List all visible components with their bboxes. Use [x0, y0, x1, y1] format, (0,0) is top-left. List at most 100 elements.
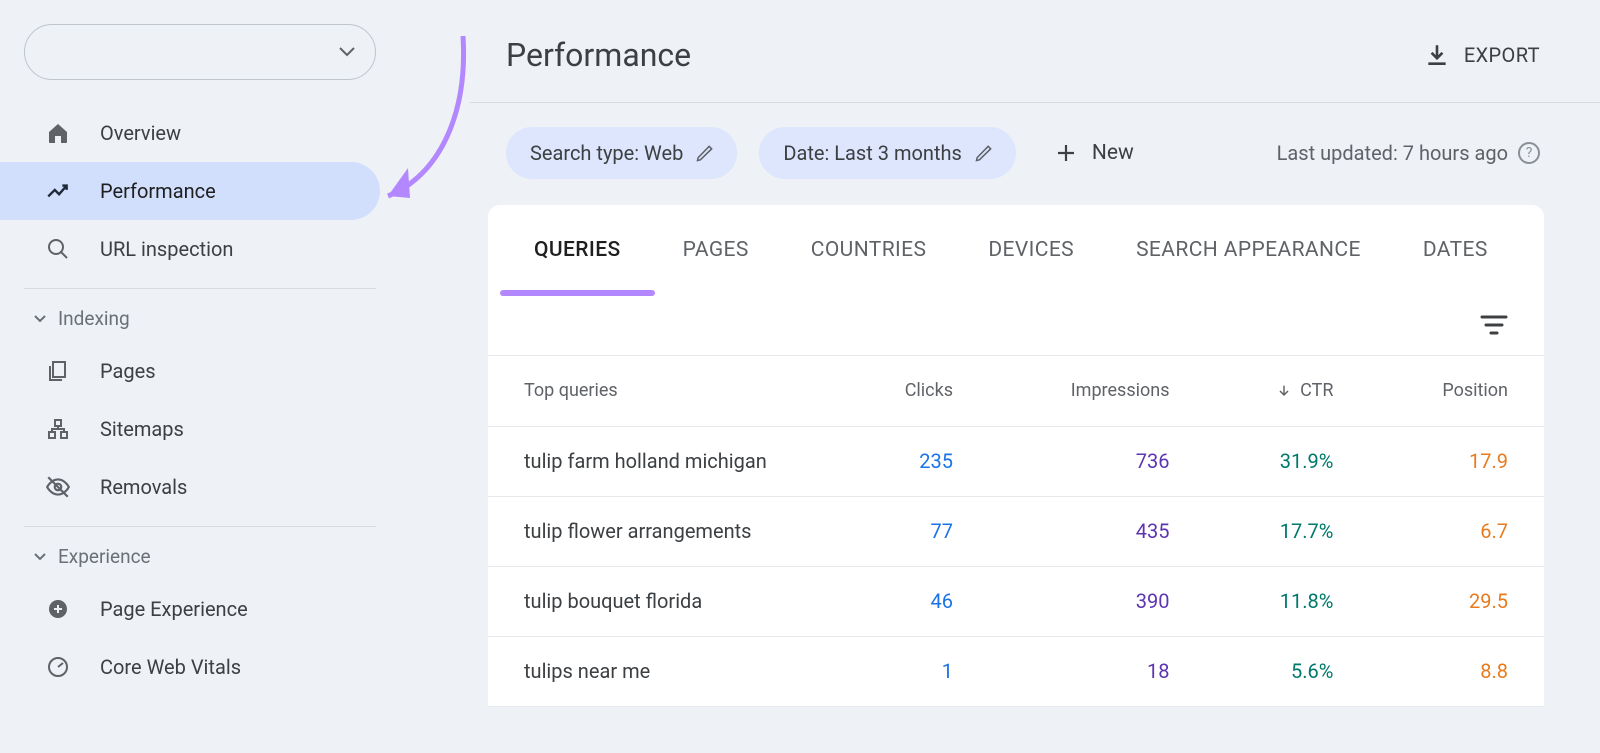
table-row[interactable]: tulips near me 1 18 5.6% 8.8: [488, 636, 1544, 706]
cell-impressions: 390: [989, 566, 1205, 636]
tab-queries[interactable]: QUERIES: [534, 205, 621, 295]
results-table: Top queries Clicks Impressions CTR Posit…: [488, 356, 1544, 707]
table-row[interactable]: tulip flower arrangements 77 435 17.7% 6…: [488, 496, 1544, 566]
property-selector[interactable]: [24, 24, 376, 80]
pencil-icon: [974, 143, 994, 163]
col-label: CTR: [1300, 380, 1333, 401]
caret-down-icon: [34, 553, 46, 561]
tab-search-appearance[interactable]: SEARCH APPEARANCE: [1136, 205, 1361, 295]
page-title: Performance: [506, 36, 691, 74]
export-label: EXPORT: [1464, 43, 1540, 67]
col-clicks[interactable]: Clicks: [836, 356, 989, 426]
cell-ctr: 5.6%: [1205, 636, 1369, 706]
caret-down-icon: [34, 315, 46, 323]
nav-item-label: URL inspection: [100, 237, 233, 261]
trending-up-icon: [44, 178, 72, 204]
cell-ctr: 11.8%: [1205, 566, 1369, 636]
pencil-icon: [695, 143, 715, 163]
col-query[interactable]: Top queries: [488, 356, 836, 426]
search-icon: [44, 237, 72, 261]
sort-down-icon: [1276, 383, 1292, 399]
section-header-experience[interactable]: Experience: [0, 541, 400, 580]
page-header: Performance EXPORT: [470, 28, 1600, 103]
tab-label: COUNTRIES: [811, 238, 927, 262]
add-filter-button[interactable]: New: [1054, 141, 1134, 165]
nav-item-url-inspection[interactable]: URL inspection: [0, 220, 380, 278]
nav-item-performance[interactable]: Performance: [0, 162, 380, 220]
main: Performance EXPORT Search type: Web Date…: [470, 0, 1600, 753]
table-row[interactable]: tulip farm holland michigan 235 736 31.9…: [488, 426, 1544, 496]
nav-item-page-experience[interactable]: Page Experience: [0, 580, 380, 638]
tab-dates[interactable]: DATES: [1423, 205, 1488, 295]
primary-nav: Overview Performance URL inspection Inde…: [0, 104, 400, 696]
tab-label: QUERIES: [534, 238, 621, 262]
cell-position: 8.8: [1369, 636, 1544, 706]
col-label: Position: [1442, 380, 1508, 401]
table-header-row: Top queries Clicks Impressions CTR Posit…: [488, 356, 1544, 426]
section-title: Indexing: [58, 307, 130, 330]
speed-icon: [44, 655, 72, 679]
cell-clicks: 1: [836, 636, 989, 706]
add-filter-label: New: [1092, 141, 1134, 165]
cell-clicks: 235: [836, 426, 989, 496]
tab-label: DATES: [1423, 238, 1488, 262]
nav-item-overview[interactable]: Overview: [0, 104, 380, 162]
tab-pages[interactable]: PAGES: [683, 205, 749, 295]
visibility-off-icon: [44, 474, 72, 500]
tab-label: DEVICES: [988, 238, 1074, 262]
plus-icon: [1054, 141, 1078, 165]
badge-plus-icon: [44, 597, 72, 621]
col-label: Top queries: [524, 380, 618, 401]
col-label: Clicks: [905, 380, 953, 401]
col-label: Impressions: [1071, 380, 1170, 401]
pages-icon: [44, 359, 72, 383]
nav-item-core-web-vitals[interactable]: Core Web Vitals: [0, 638, 380, 696]
last-updated: Last updated: 7 hours ago ?: [1277, 141, 1540, 165]
results-tabs: QUERIES PAGES COUNTRIES DEVICES SEARCH A…: [488, 205, 1544, 295]
nav-item-sitemaps[interactable]: Sitemaps: [0, 400, 380, 458]
cell-position: 6.7: [1369, 496, 1544, 566]
export-button[interactable]: EXPORT: [1424, 42, 1540, 68]
nav-item-label: Removals: [100, 475, 187, 499]
info-icon[interactable]: ?: [1518, 142, 1540, 164]
col-impressions[interactable]: Impressions: [989, 356, 1205, 426]
nav-item-label: Performance: [100, 179, 216, 203]
tab-devices[interactable]: DEVICES: [988, 205, 1074, 295]
sitemap-icon: [44, 417, 72, 441]
cell-clicks: 46: [836, 566, 989, 636]
col-ctr[interactable]: CTR: [1205, 356, 1369, 426]
chip-search-type[interactable]: Search type: Web: [506, 127, 737, 179]
results-card: QUERIES PAGES COUNTRIES DEVICES SEARCH A…: [488, 205, 1544, 707]
section-header-indexing[interactable]: Indexing: [0, 303, 400, 342]
cell-impressions: 435: [989, 496, 1205, 566]
section-title: Experience: [58, 545, 151, 568]
nav-item-label: Sitemaps: [100, 417, 184, 441]
chip-date-range[interactable]: Date: Last 3 months: [759, 127, 1016, 179]
nav-item-label: Overview: [100, 121, 181, 145]
cell-ctr: 17.7%: [1205, 496, 1369, 566]
filter-controls: Search type: Web Date: Last 3 months New…: [470, 103, 1600, 205]
cell-impressions: 18: [989, 636, 1205, 706]
nav-item-label: Core Web Vitals: [100, 655, 241, 679]
col-position[interactable]: Position: [1369, 356, 1544, 426]
nav-item-label: Page Experience: [100, 597, 248, 621]
filter-icon[interactable]: [1480, 315, 1508, 335]
cell-ctr: 31.9%: [1205, 426, 1369, 496]
cell-clicks: 77: [836, 496, 989, 566]
caret-down-icon: [339, 47, 355, 57]
cell-query: tulip bouquet florida: [488, 566, 836, 636]
tab-label: PAGES: [683, 238, 749, 262]
home-icon: [44, 121, 72, 145]
cell-query: tulip farm holland michigan: [488, 426, 836, 496]
nav-item-removals[interactable]: Removals: [0, 458, 380, 516]
divider: [24, 526, 376, 527]
chip-label: Search type: Web: [530, 141, 683, 165]
table-row[interactable]: tulip bouquet florida 46 390 11.8% 29.5: [488, 566, 1544, 636]
chip-label: Date: Last 3 months: [783, 141, 962, 165]
cell-position: 17.9: [1369, 426, 1544, 496]
tab-label: SEARCH APPEARANCE: [1136, 238, 1361, 262]
tab-countries[interactable]: COUNTRIES: [811, 205, 927, 295]
nav-item-pages[interactable]: Pages: [0, 342, 380, 400]
divider: [24, 288, 376, 289]
sidebar: Overview Performance URL inspection Inde…: [0, 0, 400, 753]
